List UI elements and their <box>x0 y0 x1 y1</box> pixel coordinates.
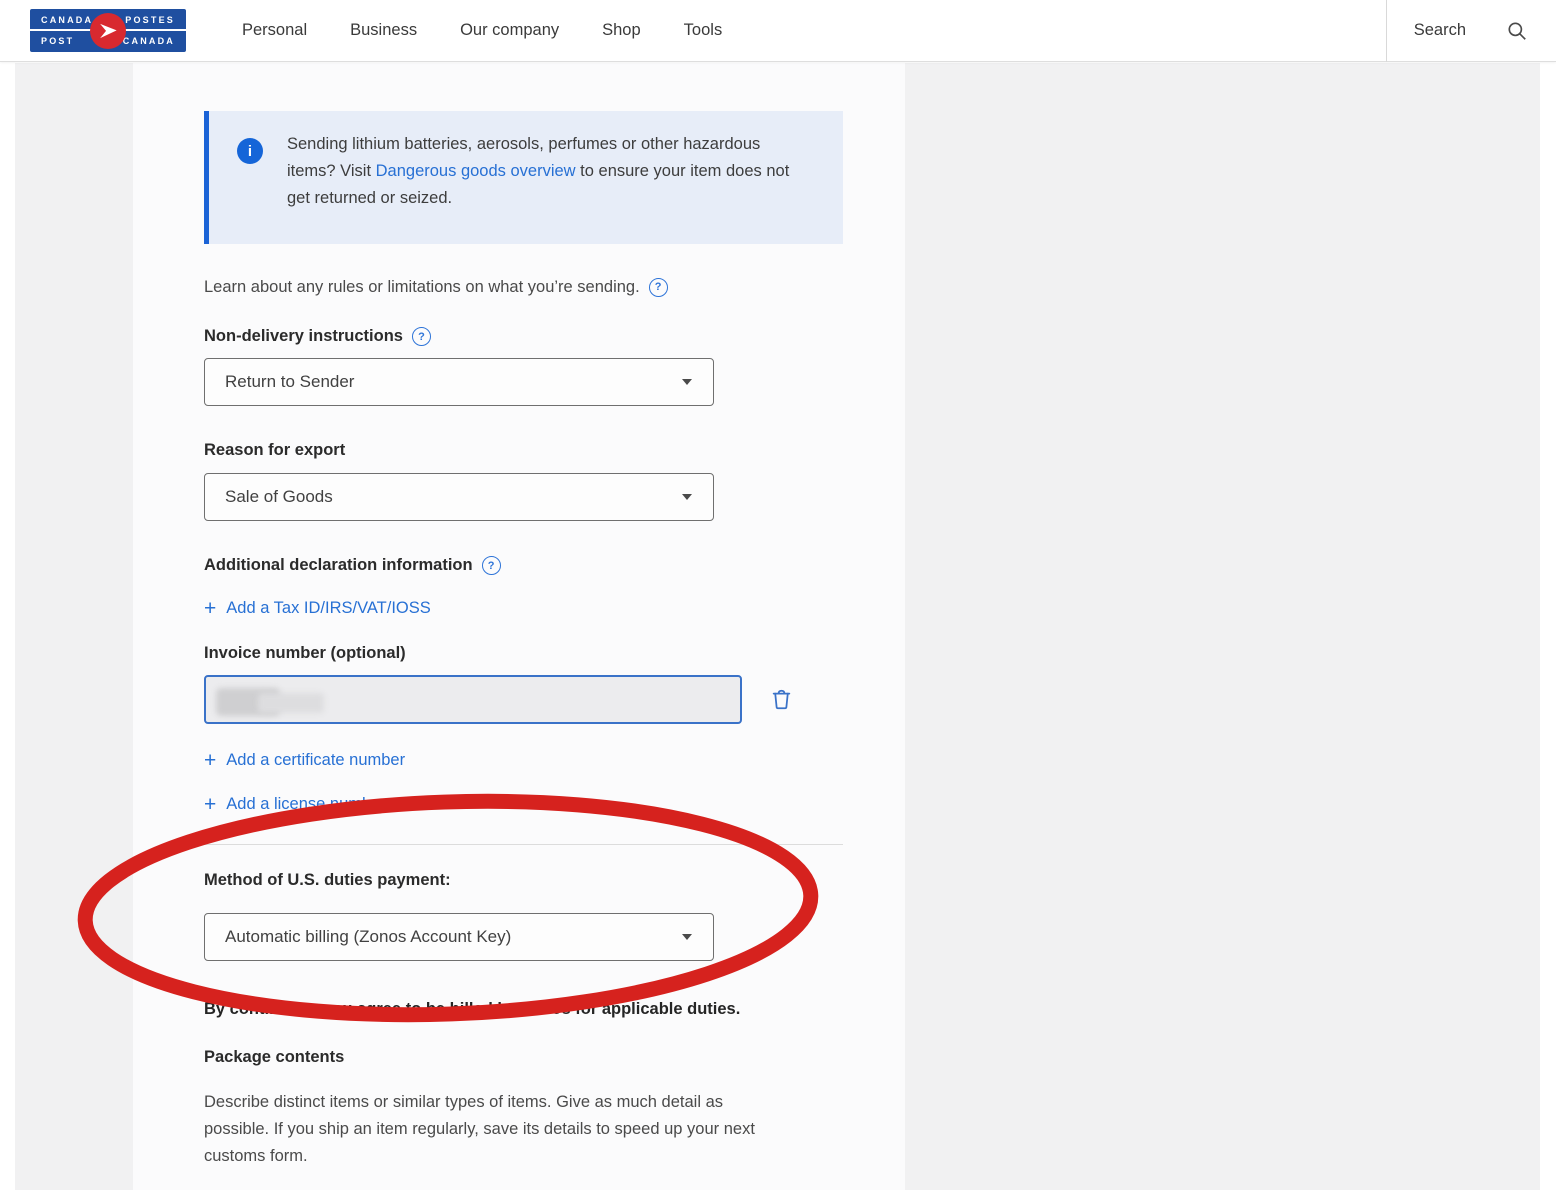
non-delivery-dropdown[interactable]: Return to Sender <box>204 358 714 406</box>
trash-icon <box>769 687 794 712</box>
nav-search-area: Search <box>1386 0 1556 62</box>
package-contents-description: Describe distinct items or similar types… <box>204 1089 779 1170</box>
dangerous-goods-link[interactable]: Dangerous goods overview <box>376 162 576 180</box>
chevron-down-icon <box>682 934 692 940</box>
logo-text-post: POST <box>41 36 74 46</box>
additional-label-row: Additional declaration information <box>204 556 501 575</box>
duties-method-label: Method of U.S. duties payment: <box>204 871 451 890</box>
plus-icon <box>204 600 216 618</box>
non-delivery-label-row: Non-delivery instructions <box>204 327 431 346</box>
banner-accent-bar <box>204 111 209 244</box>
invoice-input-row <box>204 675 794 724</box>
chevron-down-icon <box>682 494 692 500</box>
duties-method-label-row: Method of U.S. duties payment: <box>204 871 451 890</box>
help-icon[interactable] <box>649 278 668 297</box>
add-tax-id-label: Add a Tax ID/IRS/VAT/IOSS <box>226 599 431 618</box>
add-certificate-link[interactable]: Add a certificate number <box>204 751 405 770</box>
learn-line-row: Learn about any rules or limitations on … <box>204 275 668 299</box>
help-icon[interactable] <box>412 327 431 346</box>
nav-item-personal[interactable]: Personal <box>242 21 307 40</box>
redacted-value <box>258 693 324 713</box>
banner-text: Sending lithium batteries, aerosols, per… <box>287 131 802 212</box>
top-navbar: CANADA POSTES POST CANADA Personal Busin… <box>0 0 1556 62</box>
primary-nav: Personal Business Our company Shop Tools <box>242 21 722 40</box>
add-certificate-label: Add a certificate number <box>226 751 405 770</box>
chevron-down-icon <box>682 379 692 385</box>
plus-icon <box>204 796 216 814</box>
plus-icon <box>204 752 216 770</box>
search-label[interactable]: Search <box>1414 21 1466 40</box>
nav-item-shop[interactable]: Shop <box>602 21 641 40</box>
search-icon[interactable] <box>1506 20 1528 42</box>
add-license-link[interactable]: Add a license number <box>204 795 386 814</box>
additional-label: Additional declaration information <box>204 556 473 575</box>
add-tax-id-link[interactable]: Add a Tax ID/IRS/VAT/IOSS <box>204 599 431 618</box>
reason-dropdown[interactable]: Sale of Goods <box>204 473 714 521</box>
non-delivery-label: Non-delivery instructions <box>204 327 403 346</box>
learn-line-text: Learn about any rules or limitations on … <box>204 275 640 299</box>
logo-text-canada: CANADA <box>41 15 93 25</box>
add-license-label: Add a license number <box>226 795 386 814</box>
section-divider <box>204 844 843 845</box>
nav-item-business[interactable]: Business <box>350 21 417 40</box>
info-icon: i <box>237 138 263 164</box>
canada-post-customs-page: CANADA POSTES POST CANADA Personal Busin… <box>0 0 1556 1202</box>
hazardous-goods-banner: i Sending lithium batteries, aerosols, p… <box>204 111 843 244</box>
invoice-label-row: Invoice number (optional) <box>204 644 406 663</box>
customs-form-panel: i Sending lithium batteries, aerosols, p… <box>133 63 905 1190</box>
canada-post-wing-icon <box>90 13 126 49</box>
package-contents-title: Package contents <box>204 1048 344 1067</box>
help-icon[interactable] <box>482 556 501 575</box>
canada-post-logo[interactable]: CANADA POSTES POST CANADA <box>30 9 186 52</box>
reason-value: Sale of Goods <box>225 487 333 507</box>
nav-item-our-company[interactable]: Our company <box>460 21 559 40</box>
zonos-billing-note: By continuing, you agree to be billed by… <box>204 1000 804 1019</box>
non-delivery-value: Return to Sender <box>225 372 354 392</box>
logo-text-canada2: CANADA <box>123 36 175 46</box>
invoice-label: Invoice number (optional) <box>204 644 406 663</box>
nav-item-tools[interactable]: Tools <box>684 21 723 40</box>
duties-method-value: Automatic billing (Zonos Account Key) <box>225 927 511 947</box>
reason-label: Reason for export <box>204 441 345 460</box>
invoice-number-input[interactable] <box>204 675 742 724</box>
delete-invoice-button[interactable] <box>769 687 794 712</box>
logo-text-postes: POSTES <box>125 15 175 25</box>
reason-label-row: Reason for export <box>204 441 345 460</box>
duties-method-dropdown[interactable]: Automatic billing (Zonos Account Key) <box>204 913 714 961</box>
